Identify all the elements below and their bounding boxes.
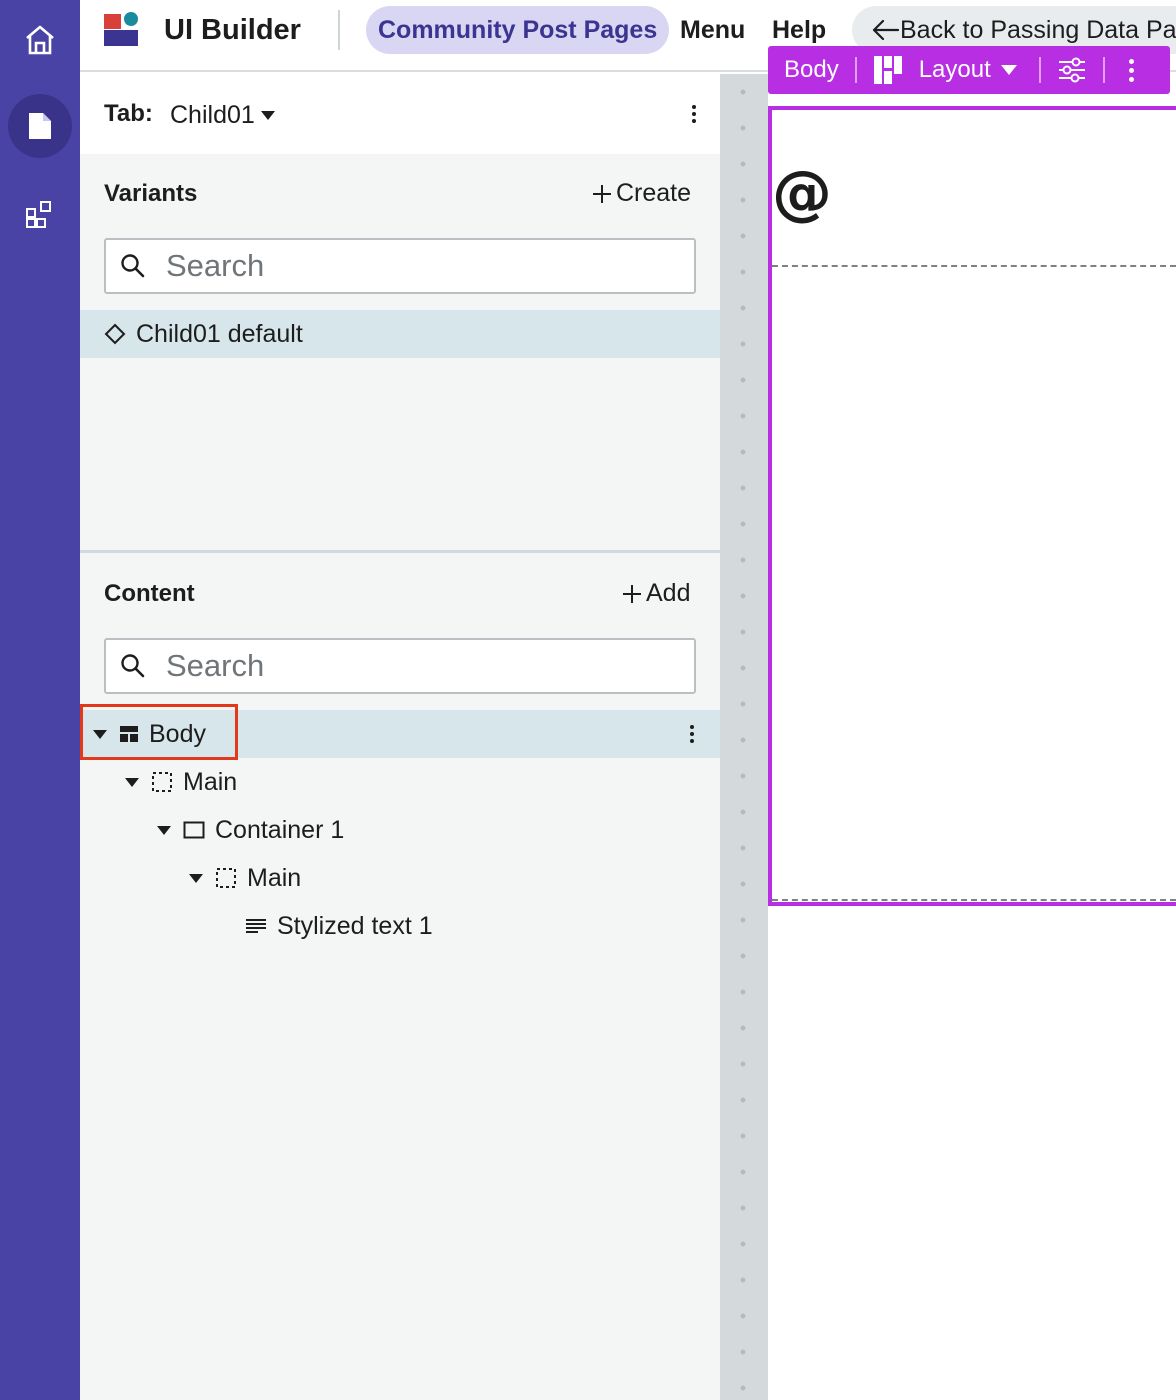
rail-pages-button[interactable] (8, 94, 72, 158)
rail-home-button[interactable] (8, 8, 72, 72)
page-name-pill[interactable]: Community Post Pages (366, 6, 670, 54)
content-search[interactable] (104, 638, 696, 694)
tab-row: Tab: Child01 (80, 74, 720, 154)
app-logo-icon (104, 12, 138, 46)
settings-sliders-icon[interactable] (1057, 57, 1087, 83)
toolbar-layout-button[interactable]: Layout (873, 55, 1017, 85)
chevron-down-icon (1000, 65, 1017, 75)
tree-item-label: Stylized text 1 (277, 911, 433, 940)
panel-divider[interactable] (80, 550, 720, 553)
menu-button[interactable]: Menu (680, 16, 745, 45)
element-toolbar: Body Layout (768, 46, 1170, 94)
add-content-label: Add (646, 579, 691, 607)
slot-icon (152, 772, 172, 792)
tree-item-label: Main (183, 767, 238, 796)
plus-icon (623, 584, 641, 603)
side-panel: Tab: Child01 Variants Create Child01 def… (80, 74, 720, 1400)
canvas-gutter (720, 74, 768, 1400)
content-search-input[interactable] (166, 648, 646, 684)
variants-search[interactable] (104, 238, 696, 294)
variant-item[interactable]: Child01 default (80, 310, 720, 358)
back-button-label: Back to Passing Data Pag (900, 15, 1176, 44)
toolbar-separator (1038, 57, 1041, 83)
tree-item-inner-main[interactable]: Main (80, 854, 720, 902)
variant-item-label: Child01 default (136, 319, 303, 348)
page-icon (29, 113, 51, 139)
content-title: Content (104, 580, 195, 607)
layout-columns-icon (873, 56, 902, 84)
rail-components-button[interactable] (8, 182, 72, 246)
toolbar-separator (1102, 57, 1105, 83)
app-title: UI Builder (164, 14, 301, 46)
tree-item-container[interactable]: Container 1 (80, 806, 720, 854)
arrow-left-icon (872, 19, 900, 41)
caret-down-icon[interactable] (125, 777, 139, 787)
home-icon (26, 25, 54, 55)
add-content-button[interactable]: Add (622, 579, 690, 608)
tab-value: Child01 (170, 101, 255, 129)
canvas-text-content[interactable]: @ (772, 158, 832, 228)
tree-item-more-icon[interactable] (680, 722, 704, 746)
variants-title: Variants (104, 180, 198, 207)
tab-more-icon[interactable] (682, 102, 706, 126)
create-variant-label: Create (616, 179, 692, 207)
toolbar-element-label[interactable]: Body (784, 56, 839, 84)
diamond-icon (104, 323, 126, 345)
left-rail (0, 0, 80, 1400)
highlight-annotation (80, 704, 238, 760)
search-icon (121, 254, 145, 278)
tab-selector[interactable]: Child01 (170, 101, 275, 130)
tree-item-label: Main (247, 863, 302, 892)
slot-icon (216, 868, 236, 888)
toolbar-layout-label: Layout (918, 56, 991, 83)
caret-down-icon[interactable] (189, 873, 203, 883)
caret-down-icon[interactable] (157, 825, 171, 835)
components-icon (26, 201, 51, 228)
help-button[interactable]: Help (772, 16, 826, 45)
tree-item-main[interactable]: Main (80, 758, 720, 806)
create-variant-button[interactable]: Create (592, 179, 691, 208)
tree-item-stylized-text[interactable]: Stylized text 1 (80, 902, 720, 950)
plus-icon (593, 184, 611, 203)
header-divider (338, 10, 340, 50)
chevron-down-icon (260, 111, 275, 120)
toolbar-more-icon[interactable] (1128, 58, 1134, 82)
tree-item-label: Container 1 (215, 815, 345, 844)
variants-search-input[interactable] (166, 248, 646, 284)
slot-boundary-line (772, 899, 1176, 901)
search-icon (121, 654, 145, 678)
text-icon (246, 919, 266, 933)
gutter-grid-dots (740, 74, 746, 1400)
toolbar-separator (854, 57, 857, 83)
container-icon (183, 821, 205, 839)
slot-boundary-line (772, 265, 1176, 267)
tab-label: Tab: (104, 100, 153, 127)
